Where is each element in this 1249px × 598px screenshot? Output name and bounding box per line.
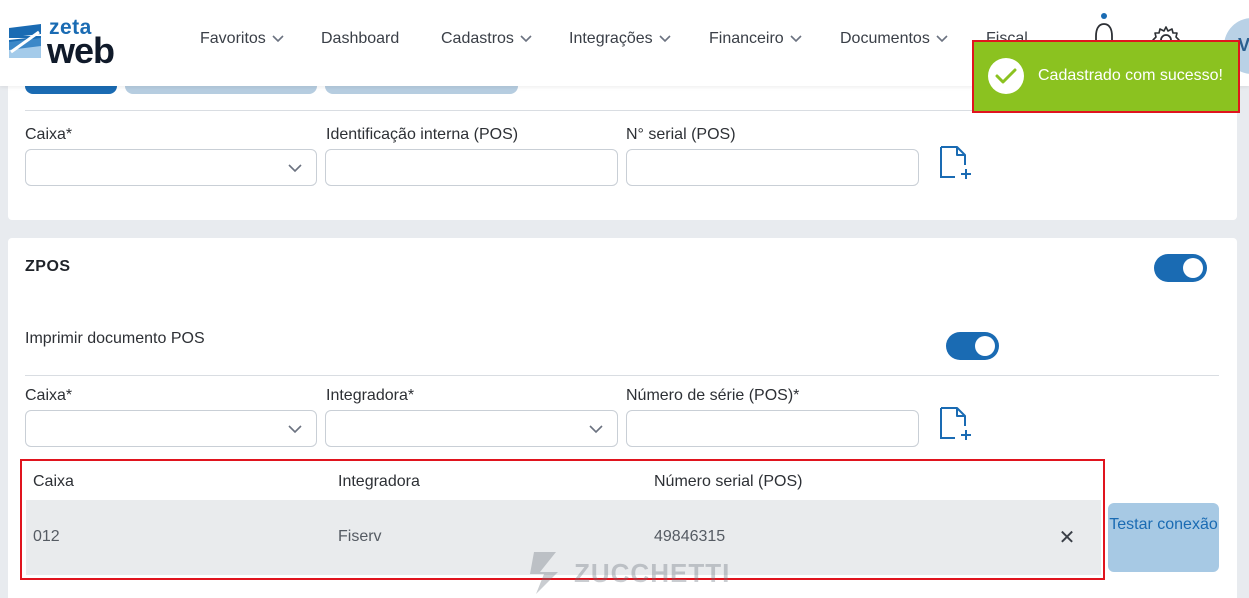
nav-label: Integrações: [569, 30, 653, 47]
integradora-select[interactable]: [325, 410, 618, 447]
nav-dashboard[interactable]: Dashboard: [321, 30, 399, 48]
zucchetti-watermark: ZUCCHETTI: [526, 550, 730, 596]
add-document-icon[interactable]: [937, 406, 973, 444]
zpos-caixa-label: Caixa*: [25, 387, 73, 404]
toast-message: Cadastrado com sucesso!: [1038, 67, 1223, 84]
table-header-integradora: Integradora: [338, 473, 420, 490]
check-circle-icon: [988, 58, 1024, 94]
zucchetti-logo-icon: [530, 552, 558, 594]
table-header-serial: Número serial (POS): [654, 473, 803, 490]
caixa-select[interactable]: [25, 149, 317, 186]
nav-label: Documentos: [840, 30, 930, 47]
add-document-icon[interactable]: [937, 145, 973, 183]
watermark-text: ZUCCHETTI: [574, 557, 731, 588]
divider: [25, 375, 1219, 376]
nav-integracoes[interactable]: Integrações: [569, 30, 671, 48]
cell-serial: 49846315: [654, 528, 726, 545]
nav-favoritos[interactable]: Favoritos: [200, 30, 284, 48]
remove-row-close-icon[interactable]: ✕: [1056, 526, 1078, 549]
numero-serie-input[interactable]: [626, 410, 919, 447]
nav-label: Favoritos: [200, 30, 266, 47]
chevron-down-icon: [288, 164, 302, 173]
serial-input[interactable]: [626, 149, 919, 186]
zetaweb-logo[interactable]: zeta web: [7, 16, 127, 71]
chevron-down-icon: [288, 425, 302, 434]
caixa-label: Caixa*: [25, 126, 73, 143]
toggle-knob: [975, 336, 995, 356]
nav-documentos[interactable]: Documentos: [840, 30, 948, 48]
print-pos-label: Imprimir documento POS: [25, 330, 205, 347]
nav-label: Cadastros: [441, 30, 514, 47]
integradora-label: Integradora*: [326, 387, 415, 404]
serial-label: N° serial (POS): [626, 126, 736, 143]
chevron-down-icon: [790, 35, 802, 43]
cell-integradora: Fiserv: [338, 528, 382, 545]
nav-financeiro[interactable]: Financeiro: [709, 30, 802, 48]
print-pos-toggle[interactable]: [946, 332, 999, 360]
id-interna-input[interactable]: [325, 149, 618, 186]
cell-caixa: 012: [33, 528, 60, 545]
zpos-toggle[interactable]: [1154, 254, 1207, 282]
chevron-down-icon: [659, 35, 671, 43]
chevron-down-icon: [272, 35, 284, 43]
zpos-caixa-select[interactable]: [25, 410, 317, 447]
logo-text-bottom: web: [47, 30, 115, 71]
table-header-caixa: Caixa: [33, 473, 74, 490]
test-connection-button[interactable]: Testar conexão: [1108, 503, 1219, 572]
nav-cadastros[interactable]: Cadastros: [441, 30, 532, 48]
chevron-down-icon: [936, 35, 948, 43]
id-interna-label: Identificação interna (POS): [326, 126, 519, 143]
toggle-knob: [1183, 258, 1203, 278]
nav-label: Financeiro: [709, 30, 784, 47]
chevron-down-icon: [589, 425, 603, 434]
numero-serie-label: Número de série (POS)*: [626, 387, 800, 404]
success-toast[interactable]: Cadastrado com sucesso!: [972, 40, 1240, 113]
zpos-title: ZPOS: [25, 258, 71, 275]
nav-label: Dashboard: [321, 30, 400, 47]
zetaweb-logo-mark-icon: [9, 24, 41, 58]
chevron-down-icon: [520, 35, 532, 43]
